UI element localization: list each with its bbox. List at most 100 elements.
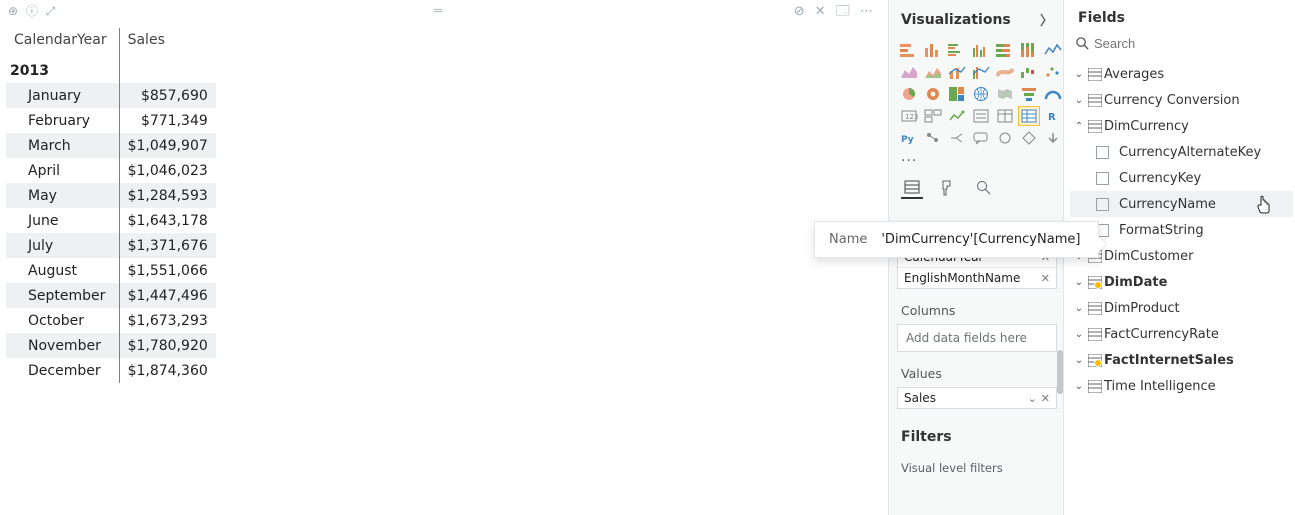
month-cell[interactable]: August	[6, 258, 119, 283]
chevron-down-icon[interactable]: ⌄	[1072, 329, 1086, 340]
search-input[interactable]	[1094, 36, 1254, 51]
chevron-down-icon[interactable]: ⌄	[1072, 355, 1086, 366]
visual-header-left-icons[interactable]: ⊕ ⓘ ⤢	[8, 2, 57, 19]
chevron-down-icon[interactable]: ⌄	[1028, 392, 1037, 405]
stacked-area-icon[interactable]	[923, 63, 943, 81]
table-dimproduct[interactable]: ⌄ DimProduct	[1070, 295, 1293, 321]
chevron-down-icon[interactable]: ⌄	[1072, 381, 1086, 392]
funnel-icon[interactable]	[1019, 85, 1039, 103]
table-timeintelligence[interactable]: ⌄ Time Intelligence	[1070, 373, 1293, 399]
waterfall-icon[interactable]	[1019, 63, 1039, 81]
gauge-icon[interactable]	[1043, 85, 1063, 103]
col-header-calendar-year[interactable]: CalendarYear	[6, 28, 119, 58]
ribbon-chart-icon[interactable]	[995, 63, 1015, 81]
month-cell[interactable]: November	[6, 333, 119, 358]
card-icon[interactable]: 123	[899, 107, 919, 125]
area-chart-icon[interactable]	[899, 63, 919, 81]
viz-gallery-more[interactable]: ···	[889, 151, 1063, 171]
table-icon	[1086, 380, 1104, 393]
columns-placeholder: Add data fields here	[898, 325, 1056, 351]
table-factinternetsales[interactable]: ⌄ FactInternetSales	[1070, 347, 1293, 373]
format-tab-icon[interactable]	[937, 177, 959, 199]
month-cell[interactable]: May	[6, 183, 119, 208]
chevron-down-icon[interactable]: ⌄	[1072, 69, 1086, 80]
remove-icon[interactable]: ✕	[1041, 272, 1050, 285]
line-stacked-column-icon[interactable]	[947, 63, 967, 81]
month-cell[interactable]: September	[6, 283, 119, 308]
checkbox[interactable]	[1096, 172, 1109, 185]
line-clustered-column-icon[interactable]	[971, 63, 991, 81]
table-factcurrencyrate[interactable]: ⌄ FactCurrencyRate	[1070, 321, 1293, 347]
col-header-sales[interactable]: Sales	[119, 28, 216, 58]
multi-card-icon[interactable]	[923, 107, 943, 125]
sales-cell: $1,049,907	[119, 133, 216, 158]
visual-drag-handle[interactable]: ═	[434, 4, 454, 19]
analytics-tab-icon[interactable]	[973, 177, 995, 199]
table-dimcurrency[interactable]: ⌃ DimCurrency	[1070, 113, 1293, 139]
month-cell[interactable]: April	[6, 158, 119, 183]
sales-cell: $1,780,920	[119, 333, 216, 358]
visual-header-right-icons[interactable]: ⊘ ✕ 🗔 ⋯	[794, 2, 876, 24]
column-currencyname[interactable]: CurrencyName	[1070, 191, 1293, 217]
sales-cell: $1,046,023	[119, 158, 216, 183]
python-visual-icon[interactable]: Py	[899, 129, 919, 147]
month-cell[interactable]: February	[6, 108, 119, 133]
powerapps-icon[interactable]	[1019, 129, 1039, 147]
chevron-up-icon[interactable]: ⌃	[1072, 121, 1086, 132]
matrix-icon[interactable]	[1019, 107, 1039, 125]
slicer-icon[interactable]	[971, 107, 991, 125]
month-cell[interactable]: October	[6, 308, 119, 333]
arcgis-icon[interactable]	[995, 129, 1015, 147]
donut-icon[interactable]	[923, 85, 943, 103]
search-icon	[1070, 36, 1094, 51]
qa-visual-icon[interactable]	[971, 129, 991, 147]
decomposition-icon[interactable]	[947, 129, 967, 147]
table-averages[interactable]: ⌄ Averages	[1070, 61, 1293, 87]
columns-well[interactable]: Add data fields here	[897, 324, 1057, 352]
treemap-icon[interactable]	[947, 85, 967, 103]
month-cell[interactable]: January	[6, 83, 119, 108]
checkbox[interactable]	[1096, 146, 1109, 159]
values-item[interactable]: Sales	[904, 391, 936, 405]
map-icon[interactable]	[971, 85, 991, 103]
fields-search[interactable]	[1070, 36, 1295, 51]
values-well[interactable]: Sales ⌄ ✕	[897, 387, 1057, 409]
sales-cell: $1,874,360	[119, 358, 216, 383]
month-cell[interactable]: June	[6, 208, 119, 233]
chevron-down-icon[interactable]: ⌄	[1072, 277, 1086, 288]
scatter-icon[interactable]	[1043, 63, 1063, 81]
stacked-bar-icon[interactable]	[899, 41, 919, 59]
column-currencyalternatekey[interactable]: CurrencyAlternateKey	[1070, 139, 1293, 165]
table-currency-conversion[interactable]: ⌄ Currency Conversion	[1070, 87, 1293, 113]
report-canvas[interactable]: ⊕ ⓘ ⤢ ═ ⊘ ✕ 🗔 ⋯ CalendarYear Sales 2013 …	[0, 0, 888, 515]
clustered-column-icon[interactable]	[971, 41, 991, 59]
scrollbar-thumb[interactable]	[1057, 350, 1063, 394]
clustered-bar-icon[interactable]	[947, 41, 967, 59]
hundred-stacked-column-icon[interactable]	[1019, 41, 1039, 59]
columns-well-label: Columns	[889, 293, 1063, 324]
remove-icon[interactable]: ✕	[1041, 392, 1050, 405]
rows-item[interactable]: EnglishMonthName	[904, 271, 1020, 285]
table-icon[interactable]	[995, 107, 1015, 125]
year-cell[interactable]: 2013	[6, 58, 119, 83]
key-influencers-icon[interactable]	[923, 129, 943, 147]
r-visual-icon[interactable]: R	[1043, 107, 1063, 125]
import-visual-icon[interactable]	[1043, 129, 1063, 147]
table-dimdate[interactable]: ⌄ DimDate	[1070, 269, 1293, 295]
matrix-visual[interactable]: CalendarYear Sales 2013 January$857,690 …	[6, 28, 216, 383]
collapse-pane-icon[interactable]: 〉	[1040, 10, 1053, 29]
pie-icon[interactable]	[899, 85, 919, 103]
line-chart-icon[interactable]	[1043, 41, 1063, 59]
kpi-icon[interactable]	[947, 107, 967, 125]
stacked-column-icon[interactable]	[923, 41, 943, 59]
chevron-down-icon[interactable]: ⌄	[1072, 95, 1086, 106]
month-cell[interactable]: March	[6, 133, 119, 158]
fields-well-tab-icon[interactable]	[901, 177, 923, 199]
column-currencykey[interactable]: CurrencyKey	[1070, 165, 1293, 191]
hundred-stacked-bar-icon[interactable]	[995, 41, 1015, 59]
filled-map-icon[interactable]	[995, 85, 1015, 103]
checkbox[interactable]	[1096, 198, 1109, 211]
month-cell[interactable]: July	[6, 233, 119, 258]
chevron-down-icon[interactable]: ⌄	[1072, 303, 1086, 314]
month-cell[interactable]: December	[6, 358, 119, 383]
